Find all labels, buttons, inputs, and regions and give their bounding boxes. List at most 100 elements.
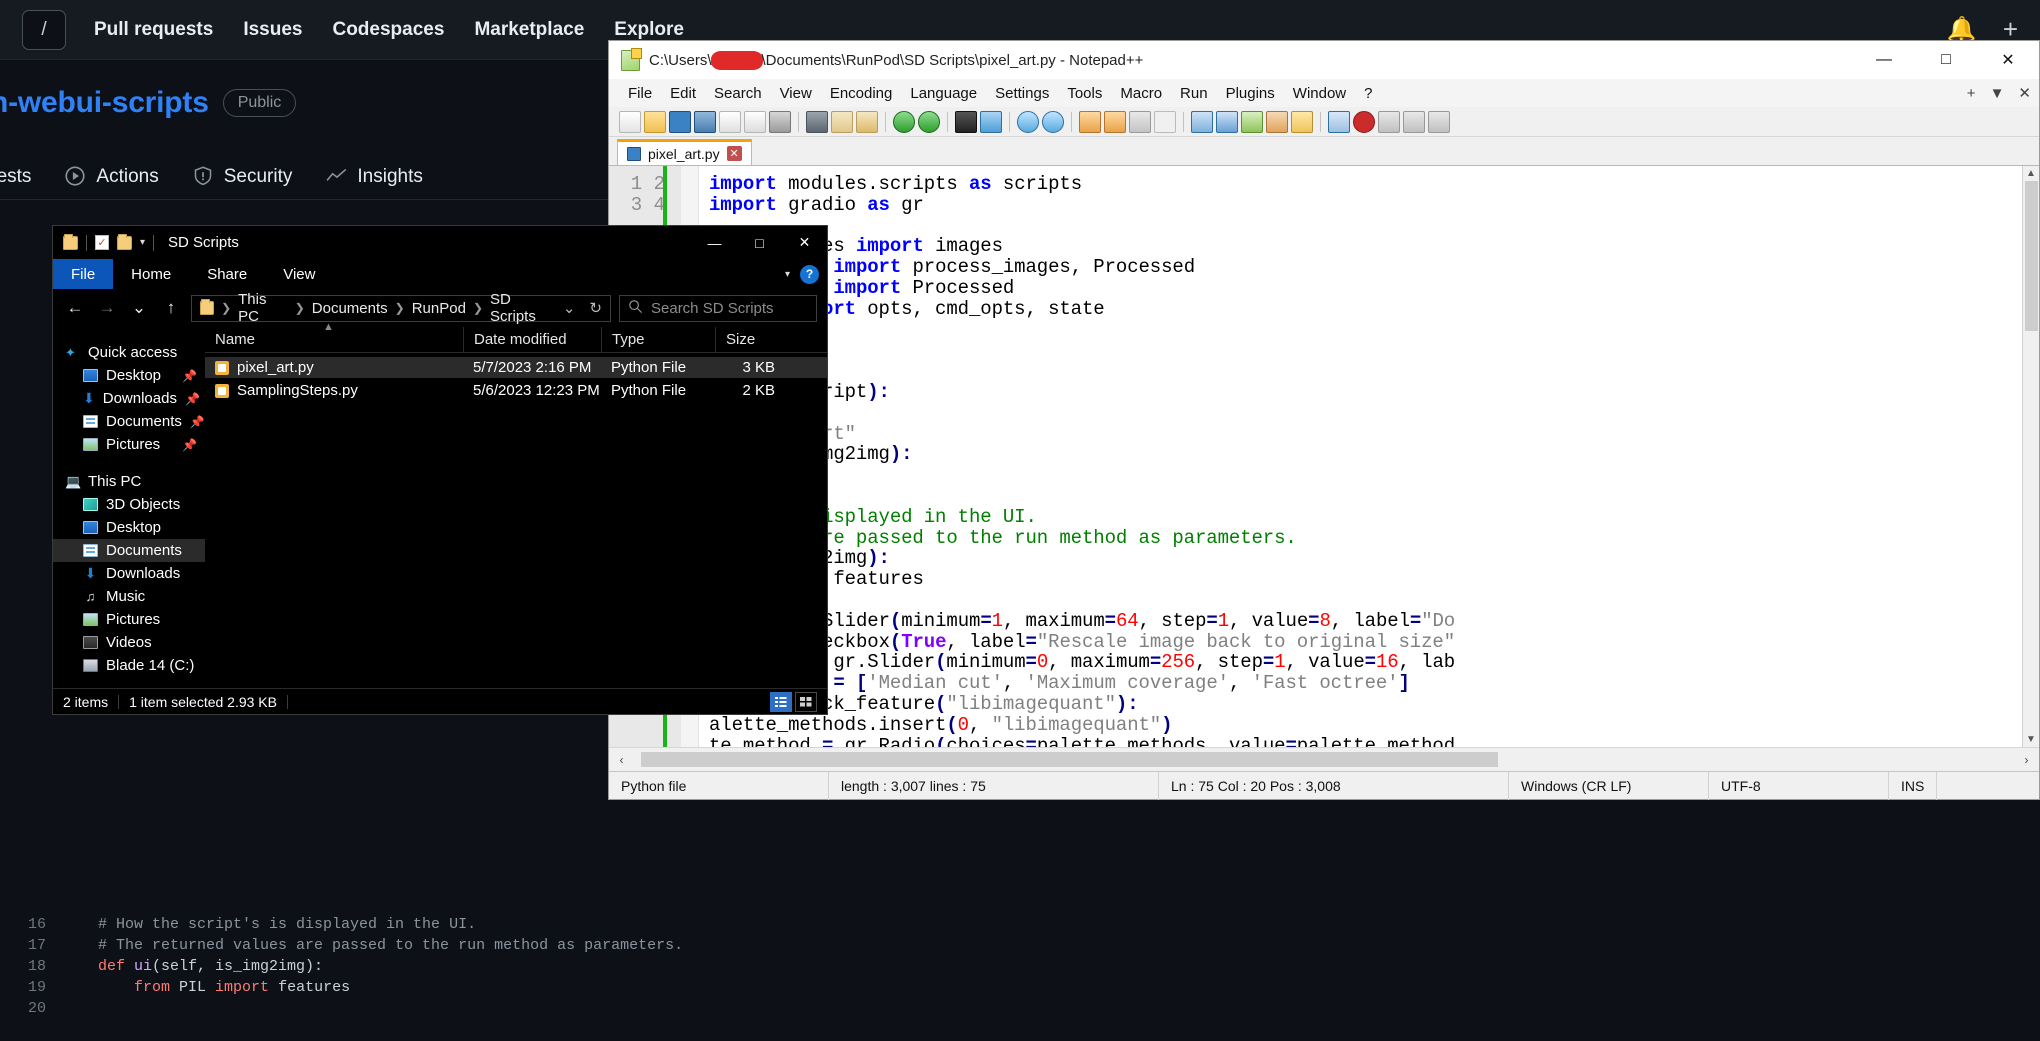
column-header-type[interactable]: Type	[601, 327, 715, 353]
nav-item-3d-objects[interactable]: 3D Objects	[53, 493, 205, 516]
details-view-icon[interactable]	[770, 692, 792, 712]
undo-icon[interactable]	[893, 111, 915, 133]
redo-icon[interactable]	[918, 111, 940, 133]
column-header-date-modified[interactable]: Date modified	[463, 327, 601, 353]
function-list-icon[interactable]	[1266, 111, 1288, 133]
indent-guideline-icon[interactable]	[1191, 111, 1213, 133]
ribbon-tab-home[interactable]: Home	[113, 259, 189, 289]
explorer-ribbon-tabs[interactable]: File Home Share View ▾ ?	[53, 259, 827, 289]
table-row[interactable]: pixel_art.py 5/7/2023 2:16 PM Python Fil…	[205, 357, 827, 378]
scroll-down-arrow-icon[interactable]: ▼	[2026, 734, 2036, 745]
menu-settings[interactable]: Settings	[986, 83, 1058, 104]
up-button[interactable]: ↑	[159, 298, 183, 318]
nav-item-this-pc[interactable]: 💻 This PC	[53, 470, 205, 493]
notepadpp-minimize-button[interactable]: —	[1853, 41, 1915, 79]
notepadpp-menu-bar[interactable]: File Edit Search View Encoding Language …	[609, 79, 2039, 107]
ribbon-tab-share[interactable]: Share	[189, 259, 265, 289]
file-name-cell[interactable]: pixel_art.py	[205, 359, 463, 376]
explorer-close-button[interactable]: ✕	[782, 226, 827, 259]
record-macro-icon[interactable]	[1353, 111, 1375, 133]
tab-security[interactable]: Security	[193, 166, 293, 188]
run-macro-multiple-icon[interactable]	[1428, 111, 1450, 133]
ribbon-tab-view[interactable]: View	[265, 259, 333, 289]
pin-icon[interactable]: 📌	[185, 392, 200, 406]
nav-item-blade-14-c[interactable]: Blade 14 (C:)	[53, 654, 205, 677]
properties-icon[interactable]: ✓	[95, 235, 109, 250]
nav-item-desktop[interactable]: Desktop 📌	[53, 364, 205, 387]
nav-issues[interactable]: Issues	[243, 19, 302, 41]
breadcrumb-this-pc[interactable]: This PC	[238, 291, 288, 325]
tab-actions[interactable]: Actions	[65, 166, 158, 188]
notepadpp-toolbar[interactable]	[609, 107, 2039, 137]
menu-run[interactable]: Run	[1171, 83, 1217, 104]
breadcrumb-documents[interactable]: Documents	[312, 300, 388, 317]
file-name-cell[interactable]: SamplingSteps.py	[205, 382, 463, 399]
back-button[interactable]: ←	[63, 298, 87, 318]
explorer-navigation-pane[interactable]: ✦ Quick access Desktop 📌 ⬇ Downloads 📌 D…	[53, 327, 205, 688]
explorer-title-bar[interactable]: ✓ ▾ SD Scripts — □ ✕	[53, 226, 827, 259]
notepadpp-maximize-button[interactable]: □	[1915, 41, 1977, 79]
folder-as-workspace-icon[interactable]	[1291, 111, 1313, 133]
monitor-icon[interactable]	[1328, 111, 1350, 133]
tab-insights[interactable]: Insights	[326, 166, 422, 188]
search-input[interactable]: Search SD Scripts	[619, 295, 817, 322]
nav-item-downloads-pc[interactable]: ⬇ Downloads	[53, 562, 205, 585]
close-file-icon[interactable]	[719, 111, 741, 133]
close-all-icon[interactable]	[744, 111, 766, 133]
menu-search[interactable]: Search	[705, 83, 771, 104]
breadcrumb-runpod[interactable]: RunPod	[412, 300, 466, 317]
column-header-name[interactable]: Name ▲	[205, 327, 463, 353]
notepadpp-tab-bar[interactable]: pixel_art.py ✕	[609, 137, 2039, 165]
chevron-down-icon[interactable]: ▾	[140, 237, 145, 248]
scroll-up-arrow-icon[interactable]: ▲	[2026, 168, 2036, 179]
nav-item-downloads[interactable]: ⬇ Downloads 📌	[53, 387, 205, 410]
menu-edit[interactable]: Edit	[661, 83, 705, 104]
pin-icon[interactable]: 📌	[182, 438, 197, 452]
breadcrumb-sd-scripts[interactable]: SD Scripts	[490, 291, 556, 325]
close-icon[interactable]: ✕	[727, 146, 742, 161]
ribbon-tab-file[interactable]: File	[53, 259, 113, 289]
notepadpp-code-area[interactable]: import modules.scripts as scriptsimport …	[699, 166, 2022, 747]
document-map-icon[interactable]	[1241, 111, 1263, 133]
notepadpp-vertical-scrollbar[interactable]: ▲ ▼	[2022, 166, 2039, 747]
cut-icon[interactable]	[806, 111, 828, 133]
explorer-minimize-button[interactable]: —	[692, 226, 737, 259]
play-macro-icon[interactable]	[1403, 111, 1425, 133]
pin-icon[interactable]: 📌	[190, 415, 205, 429]
paste-icon[interactable]	[856, 111, 878, 133]
menu-plugins[interactable]: Plugins	[1217, 83, 1284, 104]
find-icon[interactable]	[955, 111, 977, 133]
sync-vertical-scroll-icon[interactable]	[1079, 111, 1101, 133]
new-doc-icon[interactable]: +	[1967, 85, 1976, 102]
nav-item-quick-access[interactable]: ✦ Quick access	[53, 341, 205, 364]
new-folder-icon[interactable]	[117, 236, 132, 250]
nav-pull-requests[interactable]: Pull requests	[94, 19, 213, 41]
zoom-out-icon[interactable]	[1042, 111, 1064, 133]
chevron-down-icon[interactable]: ⌄	[563, 299, 576, 317]
nav-item-pictures-pc[interactable]: Pictures	[53, 608, 205, 631]
scroll-right-arrow-icon[interactable]: ›	[2018, 753, 2035, 767]
nav-codespaces[interactable]: Codespaces	[332, 19, 444, 41]
repo-name-link[interactable]: n-webui-scripts	[0, 86, 209, 120]
save-all-icon[interactable]	[694, 111, 716, 133]
chevron-down-icon[interactable]: ▾	[785, 269, 790, 280]
menu-tools[interactable]: Tools	[1058, 83, 1111, 104]
replace-icon[interactable]	[980, 111, 1002, 133]
nav-marketplace[interactable]: Marketplace	[474, 19, 584, 41]
notepadpp-close-button[interactable]: ✕	[1977, 41, 2039, 79]
nav-item-documents[interactable]: Documents 📌	[53, 410, 205, 433]
table-row[interactable]: SamplingSteps.py 5/6/2023 12:23 PM Pytho…	[205, 380, 827, 401]
menu-help[interactable]: ?	[1355, 83, 1381, 104]
user-defined-language-icon[interactable]	[1216, 111, 1238, 133]
close-doc-icon[interactable]: ✕	[2018, 84, 2031, 102]
tab-pull-requests[interactable]: uests	[0, 166, 31, 188]
word-wrap-icon[interactable]	[1129, 111, 1151, 133]
menu-window[interactable]: Window	[1284, 83, 1355, 104]
nav-item-videos[interactable]: Videos	[53, 631, 205, 654]
menu-encoding[interactable]: Encoding	[821, 83, 902, 104]
pin-icon[interactable]: 📌	[182, 369, 197, 383]
column-header-size[interactable]: Size	[715, 327, 793, 353]
recent-locations-button[interactable]: ⌄	[127, 298, 151, 318]
refresh-icon[interactable]: ↻	[589, 299, 602, 317]
forward-button[interactable]: →	[95, 298, 119, 318]
